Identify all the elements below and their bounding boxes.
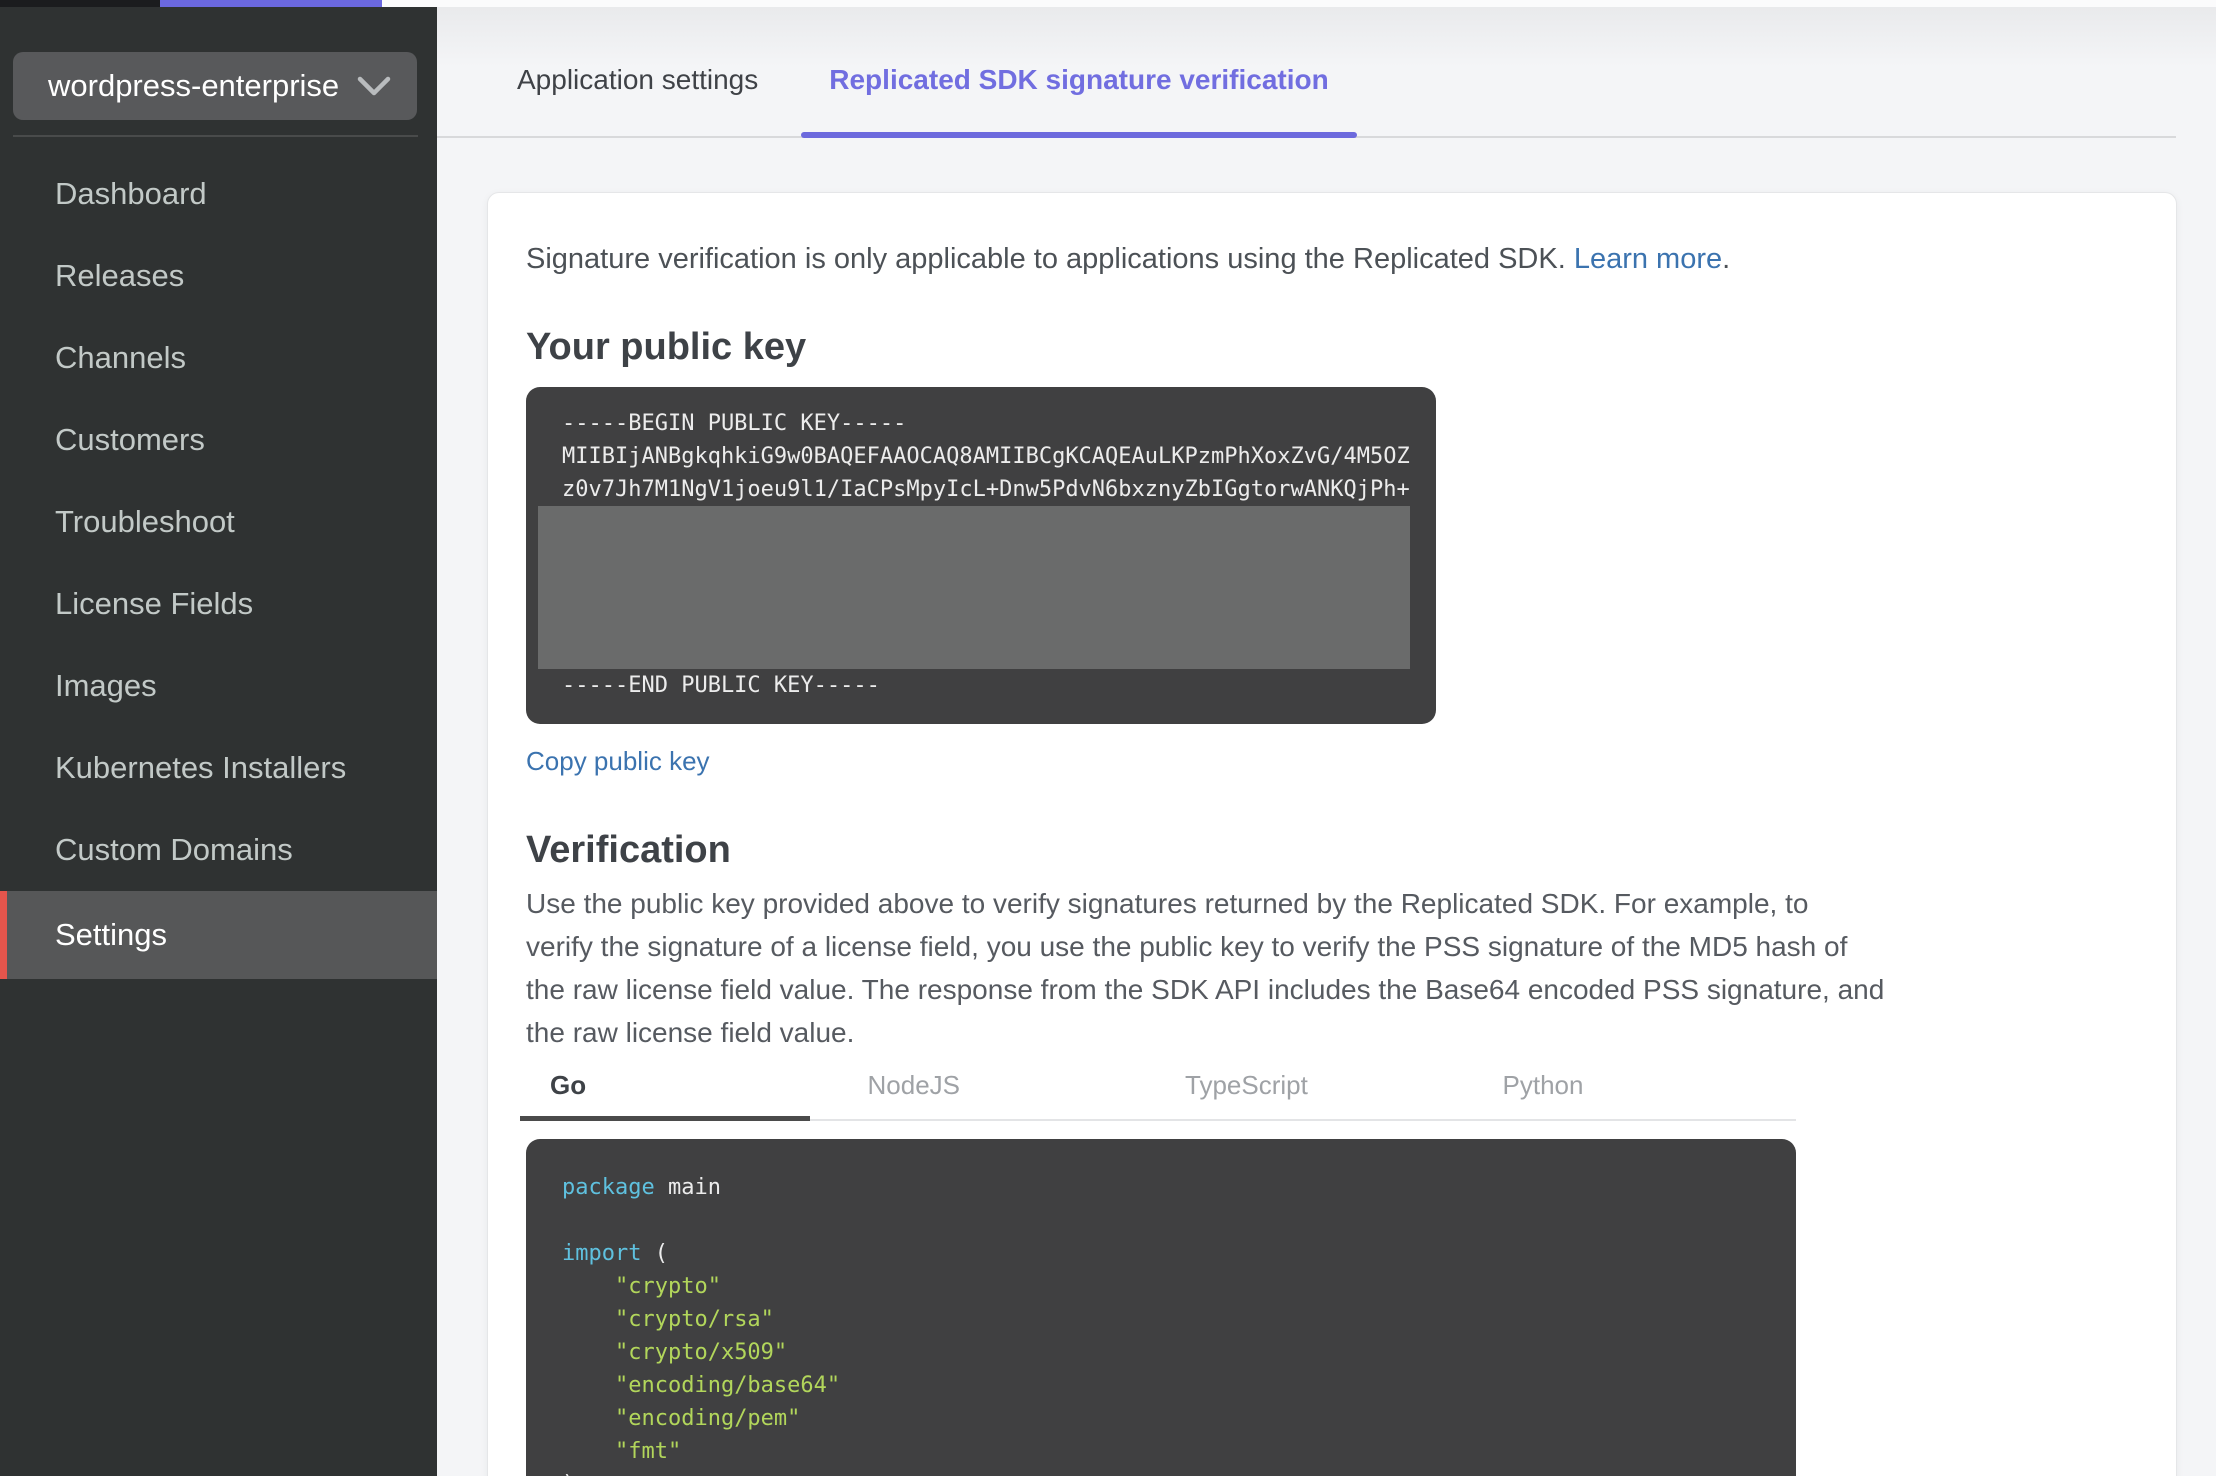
app-selector-dropdown[interactable]: wordpress-enterprise [13,52,417,120]
sidebar-item-releases[interactable]: Releases [0,235,437,317]
verification-body-line: Use the public key provided above to ver… [526,888,1809,919]
verification-body-line: verify the signature of a license field,… [526,931,1848,962]
intro-text-main: Signature verification is only applicabl… [526,243,1574,275]
public-key-redacted-region [538,506,1410,669]
sidebar-item-channels[interactable]: Channels [0,317,437,399]
go-code-line: "crypto/x509" [614,1340,788,1365]
go-code-line: "encoding/pem" [614,1406,801,1431]
public-key-line: z0v7Jh7M1NgV1joeu9l1/IaCPsMpyIcL+Dnw5Pdv… [562,477,1410,502]
public-key-line: MIIBIjANBgkqhkiG9w0BAQEFAAOCAQ8AMIIBCgKC… [562,444,1410,469]
verification-body: Use the public key provided above to ver… [526,882,2176,1054]
code-tab-nodejs[interactable]: NodeJS [844,1062,1162,1119]
verification-heading: Verification [526,829,731,871]
go-code-line: import ( [562,1241,668,1266]
public-key-block: -----BEGIN PUBLIC KEY----- MIIBIjANBgkqhk… [526,387,1436,724]
go-code-line: ) [562,1468,1766,1476]
verification-body-line: the raw license field value. [526,1017,855,1048]
sidebar-item-dashboard[interactable]: Dashboard [0,153,437,235]
public-key-line: -----BEGIN PUBLIC KEY----- [562,411,907,436]
page-tabs: Application settings Replicated SDK signa… [437,7,2176,138]
intro-text: Signature verification is only applicabl… [526,243,2176,276]
go-code-line [562,1204,1766,1237]
tab-application-settings[interactable]: Application settings [489,64,786,136]
sidebar-item-license-fields[interactable]: License Fields [0,563,437,645]
public-key-heading: Your public key [526,326,807,368]
app-selector-label: wordpress-enterprise [48,68,340,103]
copy-public-key-link[interactable]: Copy public key [526,746,710,777]
go-code-line: "encoding/base64" [614,1373,841,1398]
sidebar-item-troubleshoot[interactable]: Troubleshoot [0,481,437,563]
top-strip-dark [0,0,160,7]
go-code-line: "crypto" [614,1274,721,1299]
sidebar-item-images[interactable]: Images [0,645,437,727]
go-code-line: "crypto/rsa" [614,1307,774,1332]
learn-more-link[interactable]: Learn more [1574,243,1722,275]
chevron-down-icon [357,76,391,96]
sidebar-nav: Dashboard Releases Channels Customers Troubl… [0,153,437,979]
top-strip [0,0,2216,7]
top-strip-accent [160,0,382,7]
code-tab-typescript[interactable]: TypeScript [1161,1062,1479,1119]
go-code-line: package main [562,1175,721,1200]
verification-body-line: the raw license field value. The respons… [526,974,1885,1005]
content-card: Signature verification is only applicabl… [487,192,2177,1476]
main-area: Application settings Replicated SDK signa… [437,7,2216,1476]
go-code-line: "fmt" [614,1439,682,1464]
intro-text-suffix: . [1722,243,1731,275]
code-language-tabs: Go NodeJS TypeScript Python [520,1062,1797,1121]
sidebar-item-customers[interactable]: Customers [0,399,437,481]
code-tab-go[interactable]: Go [520,1062,844,1121]
sidebar-item-settings[interactable]: Settings [0,891,437,979]
go-code-block: package main import ( "crypto" "crypto/r… [526,1139,1796,1476]
sidebar-item-custom-domains[interactable]: Custom Domains [0,809,437,891]
sidebar-divider [13,135,418,137]
sidebar: wordpress-enterprise Dashboard Releases Ch… [0,7,437,1476]
top-strip-rest [382,0,2216,7]
public-key-end-line: -----END PUBLIC KEY----- [562,673,880,698]
code-tab-python[interactable]: Python [1479,1062,1797,1119]
sidebar-item-kubernetes-installers[interactable]: Kubernetes Installers [0,727,437,809]
public-key-lines: -----BEGIN PUBLIC KEY----- MIIBIjANBgkqhk… [562,407,1412,506]
tab-replicated-sdk-signature-verification[interactable]: Replicated SDK signature verification [801,64,1358,138]
